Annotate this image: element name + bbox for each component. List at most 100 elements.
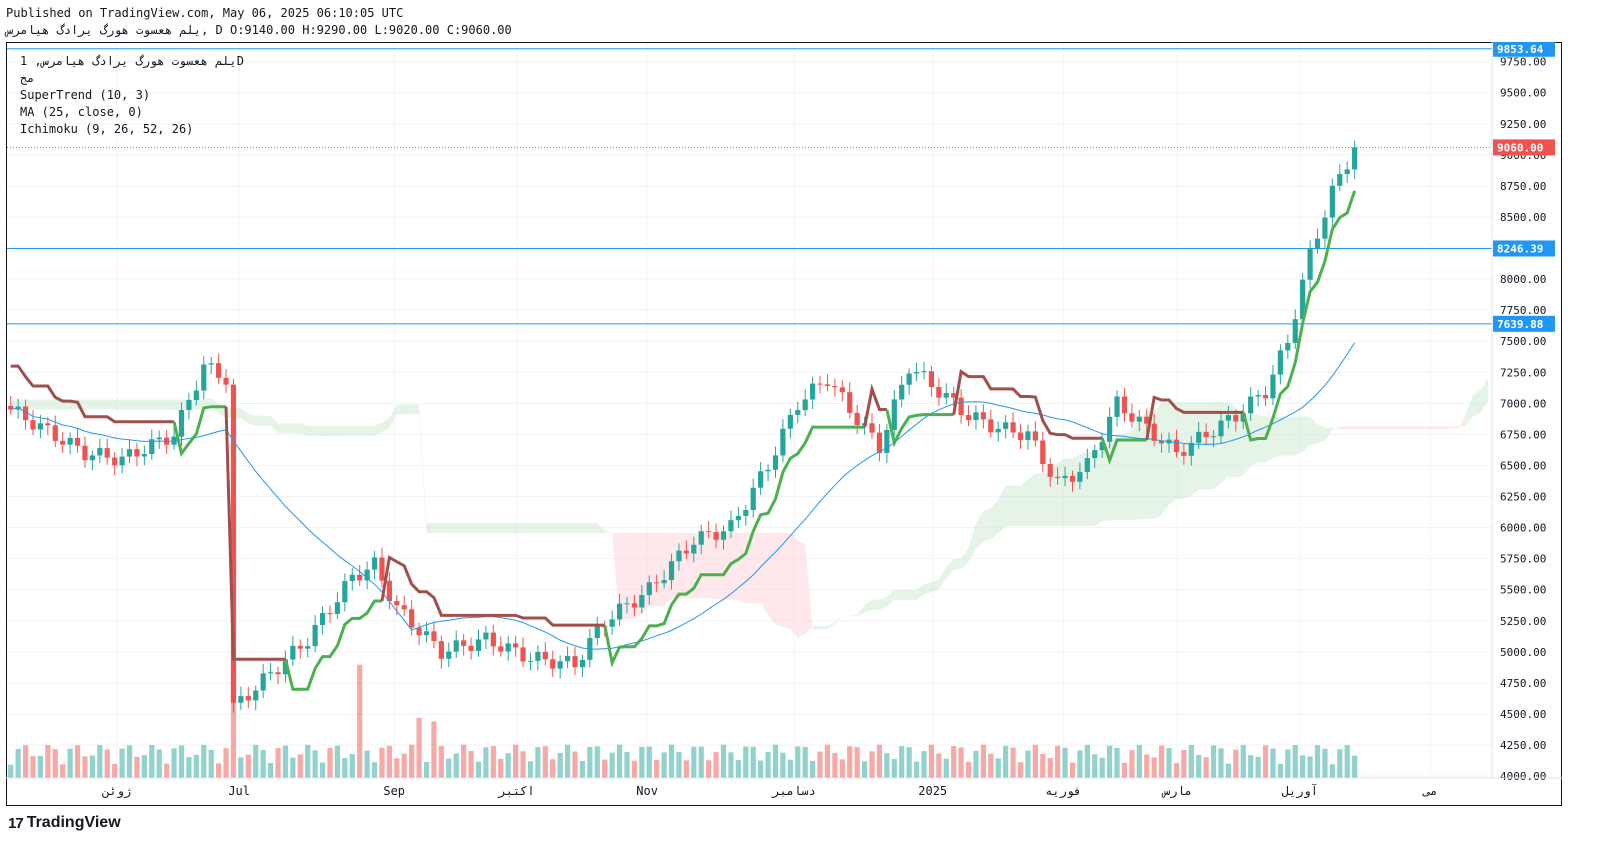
volume-bar [275, 748, 281, 778]
cloud-segment [738, 533, 746, 604]
x-tick-label: دسامبر [771, 784, 815, 799]
candle-body [82, 445, 88, 461]
candle-body [386, 580, 392, 601]
candle-body [943, 393, 949, 398]
volume-bar [171, 748, 177, 778]
volume-bar [208, 749, 214, 778]
candle-body [624, 603, 630, 605]
cloud-segment [678, 533, 687, 599]
cloud-segment [441, 523, 449, 534]
volume-bar [446, 758, 452, 778]
volume-bar [74, 745, 81, 778]
legend-symbol: یلم هعسوت هورگ یرادگ هیامرس, 1D [20, 54, 244, 68]
candle-body [557, 661, 563, 669]
candle-body [550, 659, 556, 669]
volume-bar [691, 746, 697, 778]
volume-bar [579, 760, 586, 778]
volume-bar [223, 748, 229, 778]
candle-body [1285, 342, 1291, 351]
volume-bar [1032, 744, 1038, 778]
volume-bar [1136, 744, 1142, 778]
cloud-segment [1451, 426, 1459, 429]
candle-body [134, 449, 140, 457]
candle-body [713, 532, 719, 540]
candle-body [1084, 458, 1090, 472]
cloud-segment [255, 415, 264, 426]
candle-body [542, 651, 548, 660]
candle-body [891, 399, 897, 430]
candle-body [97, 448, 103, 456]
volume-bar [921, 751, 927, 778]
volume-bar [527, 761, 534, 778]
candle-body [616, 603, 623, 620]
candle-body [253, 690, 259, 701]
candle-body [810, 383, 816, 400]
y-tick-label: 6000.00 [1500, 522, 1546, 535]
volume-bar [1270, 748, 1276, 778]
candle-body [342, 581, 348, 603]
volume-bar [438, 745, 444, 778]
x-tick-label: مارس [1161, 784, 1192, 799]
cloud-segment [1399, 426, 1407, 430]
candle-body [958, 397, 964, 416]
y-tick-label: 4250.00 [1500, 739, 1546, 752]
cloud-segment [500, 523, 509, 534]
volume-bar [802, 746, 808, 778]
x-tick-label: فوریه [1045, 784, 1081, 799]
chart-area[interactable]: 9750.009500.009250.009000.008750.008500.… [6, 40, 1562, 806]
volume-bar [1047, 758, 1053, 778]
volume-bar [319, 762, 326, 778]
volume-bar [468, 751, 474, 778]
cloud-segment [872, 599, 880, 610]
cloud-segment [730, 533, 739, 600]
legend-ma[interactable]: MA (25, close, 0) [20, 105, 143, 119]
volume-bar [1188, 744, 1194, 778]
volume-bar [535, 747, 541, 778]
chart-svg[interactable]: 9750.009500.009250.009000.008750.008500.… [6, 40, 1562, 806]
candle-body [631, 603, 638, 608]
cloud-segment [84, 399, 93, 410]
candle-body [416, 627, 422, 636]
candle-body [193, 390, 199, 400]
candle-body [913, 371, 920, 374]
candle-body [513, 643, 519, 648]
volume-bar [126, 745, 133, 778]
cloud-segment [1072, 454, 1080, 527]
candle-body [728, 520, 734, 532]
candle-body [297, 645, 303, 649]
cloud-segment [1376, 426, 1385, 430]
volume-bar [1069, 762, 1076, 778]
cloud-segment [471, 523, 479, 534]
volume-bar [1240, 744, 1246, 778]
candle-body [431, 631, 437, 642]
cloud-segment [1295, 416, 1303, 456]
x-tick-label: Nov [636, 784, 658, 798]
candle-body [1077, 471, 1083, 482]
volume-bar [1225, 763, 1232, 778]
volume-bar [839, 759, 845, 778]
y-tick-label: 5250.00 [1500, 615, 1546, 628]
legend-ichimoku[interactable]: Ichimoku (9, 26, 52, 26) [20, 122, 193, 136]
volume-bar [238, 757, 244, 778]
x-tick-label: Jul [228, 784, 250, 798]
volume-bar [409, 744, 415, 778]
volume-bar [1107, 745, 1113, 778]
legend-supertrend[interactable]: SuperTrend (10, 3) [20, 88, 150, 102]
candle-body [1307, 248, 1313, 280]
candle-body [423, 631, 430, 636]
volume-bar [906, 747, 912, 778]
cloud-segment [344, 425, 353, 436]
cloud-segment [582, 523, 590, 534]
cloud-segment [552, 523, 561, 534]
price-level-label: 9853.64 [1497, 43, 1544, 56]
candle-body [327, 613, 333, 615]
cloud-segment [1027, 473, 1036, 527]
cloud-segment [775, 533, 783, 628]
candle-body [1270, 374, 1276, 399]
cloud-segment [493, 523, 501, 534]
cloud-segment [433, 523, 442, 534]
volume-bar [401, 753, 407, 778]
volume-bar [8, 764, 14, 778]
volume-bar [1352, 755, 1358, 778]
y-tick-label: 8000.00 [1500, 273, 1546, 286]
